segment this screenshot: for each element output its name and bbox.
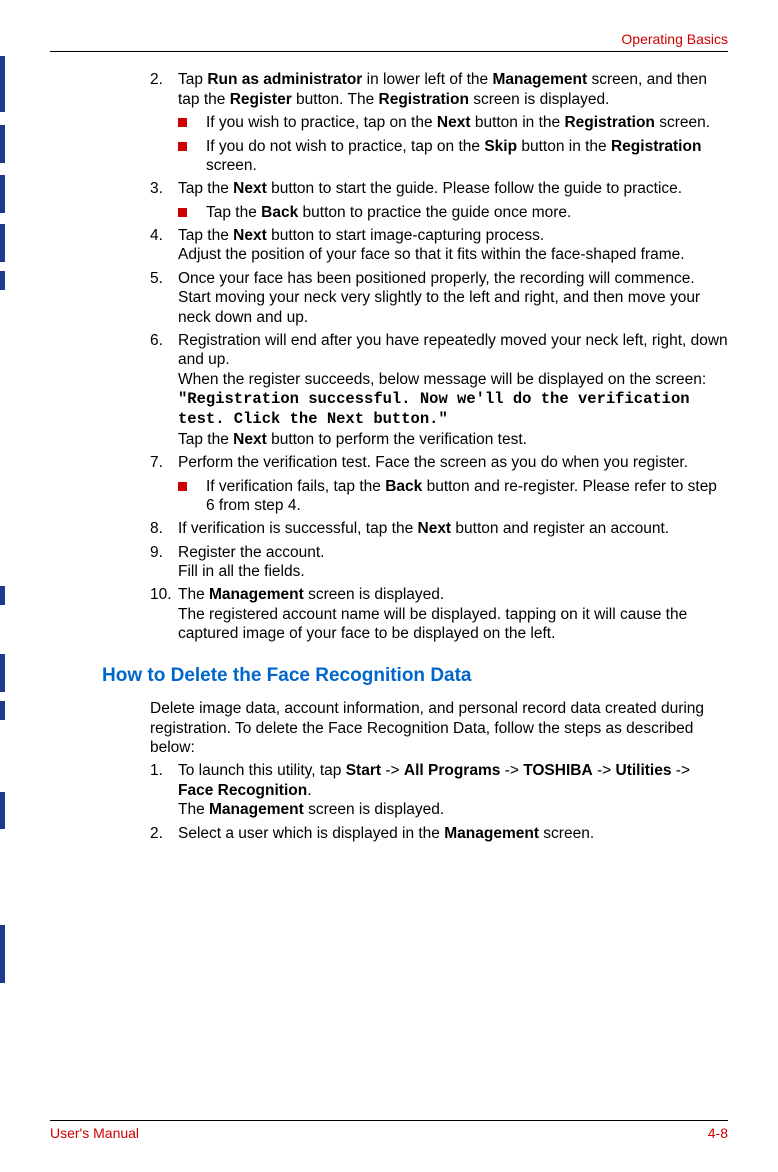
step-2-sub-1: If you wish to practice, tap on the Next… xyxy=(178,113,728,132)
change-bar xyxy=(0,271,5,290)
step-text-line2: When the register succeeds, below messag… xyxy=(178,371,706,388)
step-number: 2. xyxy=(150,70,163,89)
step-8: 8. If verification is successful, tap th… xyxy=(150,519,728,538)
sub-text: Tap the Back button to practice the guid… xyxy=(206,204,571,221)
change-bar xyxy=(0,125,5,163)
step-text-line2: The registered account name will be disp… xyxy=(178,606,687,642)
step-number: 9. xyxy=(150,543,163,562)
sub-text: If you do not wish to practice, tap on t… xyxy=(206,138,701,174)
bullet-icon xyxy=(178,482,187,491)
step-quote: "Registration successful. Now we'll do t… xyxy=(178,390,690,428)
change-bar xyxy=(0,224,5,262)
step-text-line3: Tap the Next button to perform the verif… xyxy=(178,431,527,448)
bullet-icon xyxy=(178,118,187,127)
step-text-line2: Fill in all the fields. xyxy=(178,563,305,580)
step-number: 4. xyxy=(150,226,163,245)
footer-left: User's Manual xyxy=(50,1125,139,1143)
step-text-line1: Registration will end after you have rep… xyxy=(178,332,728,368)
step-text-line1: Once your face has been positioned prope… xyxy=(178,270,695,287)
step-4: 4. Tap the Next button to start image-ca… xyxy=(150,226,728,265)
step-text-line1: Register the account. xyxy=(178,544,324,561)
step-5: 5. Once your face has been positioned pr… xyxy=(150,269,728,327)
section-heading-delete: How to Delete the Face Recognition Data xyxy=(102,664,728,688)
step-number: 6. xyxy=(150,331,163,350)
change-bar xyxy=(0,701,5,720)
header-section-title: Operating Basics xyxy=(621,31,728,47)
delete-step-1: 1. To launch this utility, tap Start -> … xyxy=(150,761,728,819)
step-2: 2. Tap Run as administrator in lower lef… xyxy=(150,70,728,109)
bullet-icon xyxy=(178,208,187,217)
step-text-line2: The Management screen is displayed. xyxy=(178,801,444,818)
footer-right: 4-8 xyxy=(708,1125,728,1143)
change-bar xyxy=(0,925,5,983)
change-bar xyxy=(0,175,5,213)
step-3-sub-1: Tap the Back button to practice the guid… xyxy=(178,203,728,222)
step-10: 10. The Management screen is displayed. … xyxy=(150,585,728,643)
change-bar xyxy=(0,654,5,692)
step-2-sub-2: If you do not wish to practice, tap on t… xyxy=(178,137,728,176)
page-footer: User's Manual 4-8 xyxy=(50,1120,728,1143)
step-number: 10. xyxy=(150,585,172,604)
step-7: 7. Perform the verification test. Face t… xyxy=(150,453,728,472)
step-text: Select a user which is displayed in the … xyxy=(178,825,594,842)
step-9: 9. Register the account. Fill in all the… xyxy=(150,543,728,582)
step-number: 3. xyxy=(150,179,163,198)
step-text: Tap Run as administrator in lower left o… xyxy=(178,71,707,107)
step-text-line2: Start moving your neck very slightly to … xyxy=(178,289,700,325)
change-bar xyxy=(0,56,5,112)
change-bar xyxy=(0,792,5,829)
step-text: If verification is successful, tap the N… xyxy=(178,520,669,537)
step-3: 3. Tap the Next button to start the guid… xyxy=(150,179,728,198)
sub-text: If verification fails, tap the Back butt… xyxy=(206,478,717,514)
sub-text: If you wish to practice, tap on the Next… xyxy=(206,114,710,131)
page-header: Operating Basics xyxy=(50,30,728,52)
step-text-line1: Tap the Next button to start image-captu… xyxy=(178,227,544,244)
bullet-icon xyxy=(178,142,187,151)
step-text-line2: Adjust the position of your face so that… xyxy=(178,246,685,263)
step-text: Perform the verification test. Face the … xyxy=(178,454,688,471)
step-number: 2. xyxy=(150,824,163,843)
step-6: 6. Registration will end after you have … xyxy=(150,331,728,449)
step-number: 1. xyxy=(150,761,163,780)
content-body: 2. Tap Run as administrator in lower lef… xyxy=(50,70,728,843)
step-text-line1: The Management screen is displayed. xyxy=(178,586,444,603)
step-number: 7. xyxy=(150,453,163,472)
intro-paragraph: Delete image data, account information, … xyxy=(150,699,728,757)
delete-step-2: 2. Select a user which is displayed in t… xyxy=(150,824,728,843)
step-text: Tap the Next button to start the guide. … xyxy=(178,180,682,197)
step-text-line1: To launch this utility, tap Start -> All… xyxy=(178,762,690,798)
step-7-sub-1: If verification fails, tap the Back butt… xyxy=(178,477,728,516)
step-number: 8. xyxy=(150,519,163,538)
step-number: 5. xyxy=(150,269,163,288)
change-bar xyxy=(0,586,5,605)
